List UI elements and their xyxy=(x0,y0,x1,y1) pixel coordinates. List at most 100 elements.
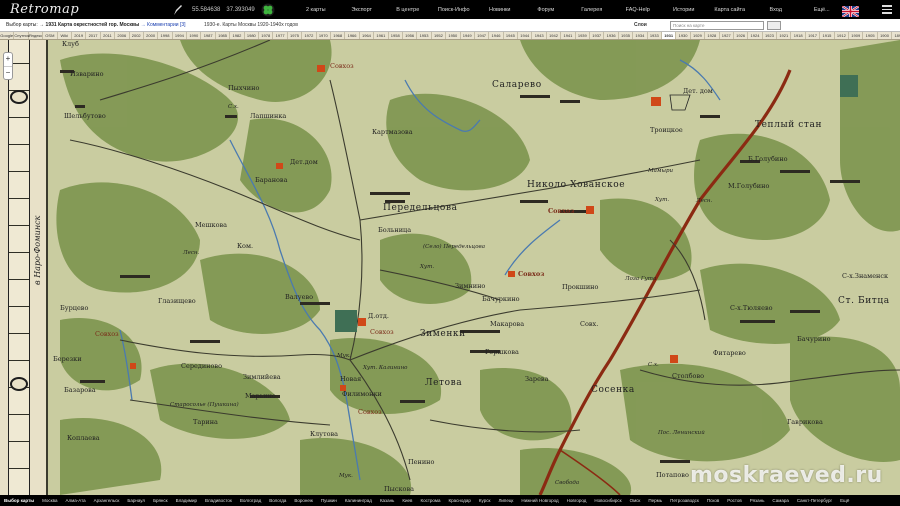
map-search-input[interactable]: Поиск на карте xyxy=(670,21,764,30)
breadcrumb-prefix[interactable]: Выбор карты: → xyxy=(6,22,46,28)
nav-item[interactable]: FAQ-Help xyxy=(615,7,661,13)
year-tab[interactable]: 1975 xyxy=(288,32,303,39)
city-link[interactable]: Петрозаводск xyxy=(666,498,703,503)
year-tab[interactable]: 1990 xyxy=(187,32,202,39)
city-link[interactable]: Ещё xyxy=(836,498,853,503)
year-tab[interactable]: 1946 xyxy=(489,32,504,39)
city-link[interactable]: Ростов xyxy=(723,498,745,503)
city-link[interactable]: Москва xyxy=(38,498,61,503)
year-tab[interactable]: 1915 xyxy=(820,32,835,39)
city-link[interactable]: Пермь xyxy=(644,498,666,503)
year-tab[interactable]: 1987 xyxy=(201,32,216,39)
year-tab[interactable]: 1970 xyxy=(317,32,331,39)
year-tab[interactable]: 1936 xyxy=(604,32,619,39)
search-button[interactable] xyxy=(767,21,781,30)
year-tab[interactable]: 2002 xyxy=(130,32,144,39)
nav-item[interactable]: Форум xyxy=(523,7,569,13)
year-tab[interactable]: 2019 xyxy=(72,32,87,39)
year-tab[interactable]: 1917 xyxy=(806,32,821,39)
year-tab[interactable]: 1998 xyxy=(158,32,173,39)
nav-item[interactable]: Вход xyxy=(753,7,799,13)
city-link[interactable]: Пушкин xyxy=(317,498,341,503)
year-tab[interactable]: 1977 xyxy=(273,32,288,39)
city-link[interactable]: Липецк xyxy=(494,498,517,503)
zoom-out-button[interactable]: − xyxy=(4,66,12,79)
nav-item[interactable]: Истории xyxy=(661,7,707,13)
historic-map-canvas[interactable]: Клуб Изварино Пыхчино Совхоз Саларево Шельбут… xyxy=(0,40,900,495)
nav-item[interactable]: Поиск-Инфо xyxy=(431,7,477,13)
year-tab[interactable]: 1929 xyxy=(691,32,706,39)
city-link[interactable]: Санкт-Петербург xyxy=(793,498,836,503)
city-link[interactable]: Барнаул xyxy=(123,498,149,503)
year-tab[interactable]: 1953 xyxy=(417,32,432,39)
city-link[interactable]: Самара xyxy=(768,498,792,503)
year-tab[interactable]: 1912 xyxy=(835,32,850,39)
year-tab[interactable]: 1918 xyxy=(791,32,806,39)
year-tab[interactable]: Google xyxy=(0,32,15,39)
year-tab[interactable]: OSM xyxy=(43,32,58,39)
year-tab[interactable]: Яндекс xyxy=(29,32,44,39)
year-tab[interactable]: 1943 xyxy=(532,32,547,39)
year-tab[interactable]: 1985 xyxy=(216,32,231,39)
city-link[interactable]: Воронеж xyxy=(290,498,316,503)
year-tab[interactable]: 1930 xyxy=(676,32,691,39)
city-link[interactable]: Казань xyxy=(376,498,398,503)
year-tab[interactable]: 2011 xyxy=(101,32,116,39)
year-tab[interactable]: 1900 xyxy=(878,32,893,39)
year-tab[interactable]: 1923 xyxy=(763,32,778,39)
layers-label[interactable]: Слои xyxy=(634,22,647,28)
year-tab[interactable]: 1927 xyxy=(720,32,734,39)
city-link[interactable]: Владивосток xyxy=(201,498,236,503)
city-link[interactable]: Псков xyxy=(703,498,723,503)
year-tab[interactable]: 1931 xyxy=(661,32,677,39)
city-link[interactable]: Киев xyxy=(398,498,416,503)
city-link[interactable]: Краснодар xyxy=(445,498,475,503)
city-link[interactable]: Вологда xyxy=(265,498,290,503)
nav-item[interactable]: 2 карты xyxy=(293,7,339,13)
pen-tool-icon[interactable] xyxy=(170,3,186,17)
city-link[interactable]: Омск xyxy=(626,498,645,503)
year-tab[interactable]: 1945 xyxy=(504,32,519,39)
year-tab[interactable]: 1897 xyxy=(892,32,900,39)
year-tab[interactable]: 1909 xyxy=(849,32,864,39)
year-tab[interactable]: 1956 xyxy=(403,32,418,39)
menu-icon[interactable] xyxy=(882,5,892,14)
year-tab[interactable]: 1947 xyxy=(475,32,490,39)
city-link[interactable]: Новосибирск xyxy=(590,498,625,503)
year-tab[interactable]: 2017 xyxy=(86,32,101,39)
nav-item[interactable]: Галерея xyxy=(569,7,615,13)
year-tab[interactable]: 1937 xyxy=(590,32,605,39)
city-link[interactable]: Выбор карты xyxy=(0,498,38,503)
year-tab[interactable]: 1980 xyxy=(245,32,260,39)
uk-flag-icon[interactable] xyxy=(841,4,860,18)
year-tab[interactable]: 1994 xyxy=(173,32,188,39)
nav-item[interactable]: Карта сайта xyxy=(707,7,753,13)
year-tab[interactable]: 1926 xyxy=(734,32,749,39)
year-tab[interactable]: 1928 xyxy=(705,32,720,39)
city-link[interactable]: Брянск xyxy=(149,498,172,503)
city-link[interactable]: Калининград xyxy=(341,498,376,503)
city-link[interactable]: Рязань xyxy=(746,498,769,503)
year-tab[interactable]: 1982 xyxy=(230,32,245,39)
city-link[interactable]: Алма-Ата xyxy=(62,498,90,503)
year-tab[interactable]: 1939 xyxy=(576,32,591,39)
nav-item[interactable]: В центре xyxy=(385,7,431,13)
map-subtitle[interactable]: 1930-е. Карты Москвы 1920-1940х годов xyxy=(204,22,298,28)
year-tab[interactable]: 2006 xyxy=(115,32,130,39)
city-link[interactable]: Нижний Новгород xyxy=(517,498,562,503)
zoom-in-button[interactable]: + xyxy=(4,53,12,66)
year-tab[interactable]: 1934 xyxy=(633,32,648,39)
year-tab[interactable]: 1968 xyxy=(331,32,346,39)
year-tab[interactable]: 1942 xyxy=(547,32,562,39)
year-tab[interactable]: 1949 xyxy=(461,32,475,39)
year-tab[interactable]: 1933 xyxy=(648,32,662,39)
year-tab[interactable]: 1966 xyxy=(345,32,360,39)
year-tab[interactable]: 1964 xyxy=(360,32,375,39)
city-link[interactable]: Курск xyxy=(475,498,495,503)
year-tab[interactable]: 1952 xyxy=(432,32,447,39)
year-tab[interactable]: 1924 xyxy=(748,32,763,39)
city-link[interactable]: Кострома xyxy=(416,498,444,503)
year-tab[interactable]: Wiki xyxy=(58,32,72,39)
year-tab[interactable]: 1905 xyxy=(863,32,878,39)
year-tab[interactable]: 1958 xyxy=(389,32,403,39)
